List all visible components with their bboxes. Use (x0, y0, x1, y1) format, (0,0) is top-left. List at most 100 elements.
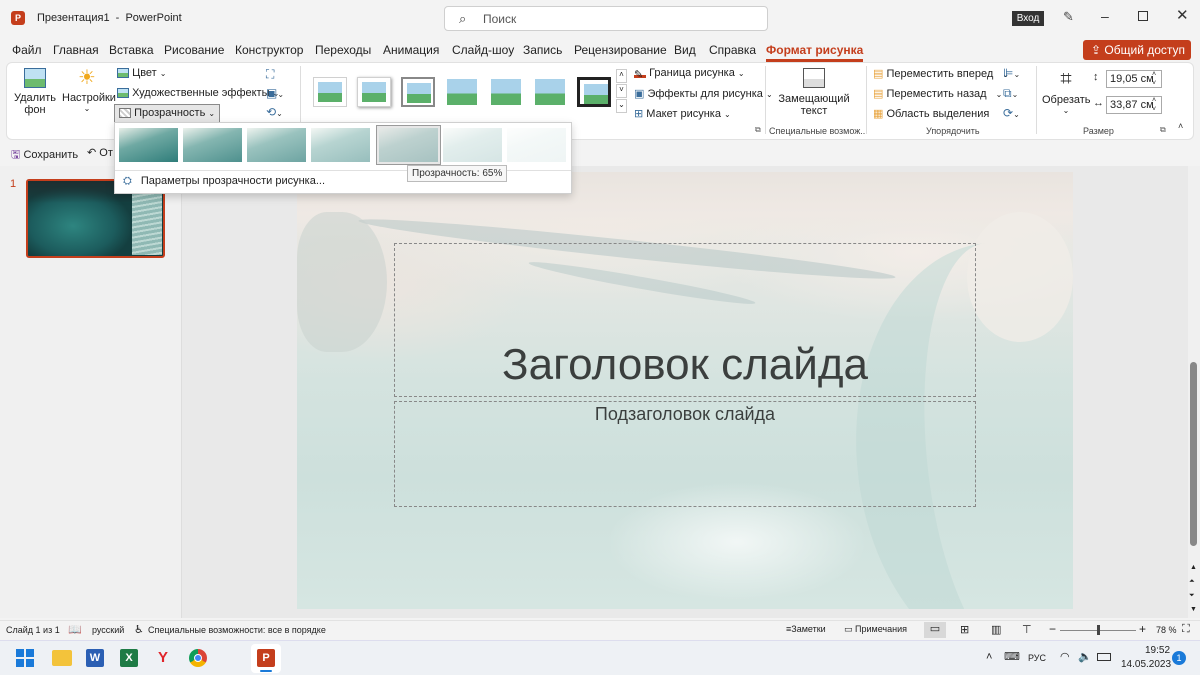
minimize-icon[interactable]: – (1101, 8, 1109, 24)
reset-picture-icon[interactable]: ⟲⌄ (266, 105, 283, 119)
slide-canvas[interactable]: Заголовок слайда Подзаголовок слайда (297, 172, 1073, 609)
maximize-icon[interactable] (1138, 11, 1148, 21)
group-objects-icon[interactable]: ⧉⌄ (1003, 86, 1018, 101)
tab-draw[interactable]: Рисование (164, 43, 224, 57)
picture-style-5[interactable] (489, 77, 523, 107)
tab-review[interactable]: Рецензирование (574, 43, 667, 57)
width-spinner-icon[interactable]: ˄ ˅ (1152, 96, 1156, 114)
height-spinner-icon[interactable]: ˄ ˅ (1152, 70, 1156, 88)
bring-forward-button[interactable]: ▤ Переместить вперед ⌄ (873, 67, 1009, 80)
zoom-out-icon[interactable]: − (1049, 622, 1056, 636)
chrome-icon[interactable] (189, 649, 207, 667)
language-indicator[interactable]: РУС (1028, 653, 1046, 663)
corrections-button[interactable]: ☀ Настройки ⌄ (62, 66, 116, 122)
gallery-scroll-down-icon[interactable]: ˅ (616, 84, 627, 98)
subtitle-placeholder[interactable]: Подзаголовок слайда (394, 401, 976, 507)
transparency-option-80[interactable] (443, 128, 502, 162)
clock-time[interactable]: 19:52 (1145, 645, 1170, 656)
accessibility-icon[interactable]: ♿ (134, 623, 144, 636)
tab-picture-format[interactable]: Формат рисунка (766, 43, 864, 62)
battery-icon[interactable] (1097, 653, 1111, 661)
vertical-scrollbar[interactable]: ▲ ⏶ ⏷ ▼ (1188, 166, 1200, 618)
powerpoint-taskbar-icon[interactable]: P (251, 644, 281, 673)
crop-button[interactable]: ⌗ Обрезать ⌄ (1042, 66, 1091, 122)
tab-design[interactable]: Конструктор (235, 43, 303, 57)
tab-transitions[interactable]: Переходы (315, 43, 371, 57)
normal-view-icon[interactable]: ▭ (924, 622, 946, 638)
tab-file[interactable]: Файл (12, 43, 42, 57)
dialog-launcher-icon[interactable]: ⧉ (1160, 125, 1166, 135)
tab-help[interactable]: Справка (709, 43, 756, 57)
color-button[interactable]: Цвет ⌄ (117, 67, 166, 79)
notification-badge[interactable]: 1 (1172, 651, 1186, 665)
remove-background-button[interactable]: Удалить фон (12, 66, 58, 122)
signin-button[interactable]: Вход (1012, 11, 1044, 26)
tab-home[interactable]: Главная (53, 43, 99, 57)
windows-start-icon[interactable] (16, 649, 34, 667)
picture-style-2[interactable] (357, 77, 391, 107)
change-picture-icon[interactable]: ▣⌄ (266, 86, 284, 100)
tab-view[interactable]: Вид (674, 43, 696, 57)
picture-style-6[interactable] (533, 77, 567, 107)
selection-pane-button[interactable]: ▦ Область выделения (873, 107, 989, 120)
transparency-option-95[interactable] (507, 128, 566, 162)
transparency-option-65[interactable] (379, 128, 438, 162)
yandex-browser-icon[interactable]: Y (154, 649, 172, 667)
tray-chevron-icon[interactable]: ˄ (986, 651, 992, 663)
picture-effects-button[interactable]: ▣ Эффекты для рисунка ⌄ (634, 87, 773, 100)
picture-border-button[interactable]: ✎ Граница рисунка ⌄ (634, 67, 745, 81)
alt-text-button[interactable]: Замещающий текст (776, 66, 852, 122)
transparency-option-0[interactable] (119, 128, 178, 162)
previous-slide-icon[interactable]: ⏶ (1189, 578, 1195, 586)
clock-date[interactable]: 14.05.2023 (1121, 659, 1171, 670)
slide-subtitle[interactable]: Подзаголовок слайда (395, 404, 975, 425)
file-explorer-icon[interactable] (52, 650, 72, 666)
language-label[interactable]: русский (92, 625, 124, 635)
slide-title[interactable]: Заголовок слайда (395, 340, 975, 390)
title-placeholder[interactable]: Заголовок слайда (394, 243, 976, 397)
picture-style-3[interactable] (401, 77, 435, 107)
tab-slideshow[interactable]: Слайд-шоу (452, 43, 514, 57)
tab-record[interactable]: Запись (523, 43, 562, 57)
picture-style-4[interactable] (445, 77, 479, 107)
accessibility-status[interactable]: Специальные возможности: все в порядке (148, 625, 326, 635)
rotate-icon[interactable]: ⟳⌄ (1003, 106, 1020, 120)
picture-layout-button[interactable]: ⊞ Макет рисунка ⌄ (634, 107, 731, 120)
search-box[interactable]: ⌕ Поиск (444, 6, 768, 31)
notes-button[interactable]: ≡Заметки (786, 624, 826, 634)
gallery-scroll-up-icon[interactable]: ˄ (616, 69, 627, 83)
zoom-slider[interactable] (1060, 625, 1136, 635)
slideshow-view-icon[interactable]: ⊤ (1022, 623, 1032, 636)
zoom-level[interactable]: 78 % (1156, 625, 1177, 635)
transparency-option-50[interactable] (311, 128, 370, 162)
next-slide-icon[interactable]: ⏷ (1189, 592, 1195, 600)
tab-animations[interactable]: Анимация (383, 43, 439, 57)
spelling-icon[interactable]: 📖 (68, 623, 82, 636)
picture-style-1[interactable] (313, 77, 347, 107)
undo-button[interactable]: ↶ От (87, 146, 113, 159)
picture-style-7[interactable] (577, 77, 611, 107)
close-icon[interactable]: ✕ (1176, 6, 1189, 24)
tab-insert[interactable]: Вставка (109, 43, 154, 57)
collapse-ribbon-icon[interactable]: ˄ (1178, 121, 1183, 131)
scroll-down-icon[interactable]: ▼ (1190, 606, 1197, 613)
artistic-effects-button[interactable]: Художественные эффекты ⌄ (117, 87, 279, 99)
compress-pictures-icon[interactable]: ⛶ (266, 67, 274, 82)
transparency-option-30[interactable] (247, 128, 306, 162)
zoom-in-icon[interactable]: + (1139, 622, 1146, 636)
gallery-more-icon[interactable]: ⌄ (616, 99, 627, 113)
scroll-up-icon[interactable]: ▲ (1190, 564, 1197, 571)
dialog-launcher-icon[interactable]: ⧉ (755, 125, 761, 135)
slide-sorter-icon[interactable]: ⊞ (960, 623, 969, 636)
save-button[interactable]: 🖫 Сохранить (11, 146, 78, 165)
transparency-button[interactable]: Прозрачность ⌄ (114, 104, 221, 123)
comments-button[interactable]: ▭ Примечания (844, 624, 907, 635)
excel-icon[interactable]: X (120, 649, 138, 667)
wifi-icon[interactable]: ◠ (1060, 650, 1070, 663)
pen-icon[interactable]: ✎ (1063, 9, 1074, 25)
send-backward-button[interactable]: ▤ Переместить назад ⌄ (873, 87, 1002, 100)
volume-icon[interactable]: 🔈 (1078, 650, 1092, 663)
word-icon[interactable]: W (86, 649, 104, 667)
fit-slide-icon[interactable]: ⛶ (1182, 623, 1190, 636)
ime-icon[interactable]: ⌨ (1004, 650, 1020, 663)
